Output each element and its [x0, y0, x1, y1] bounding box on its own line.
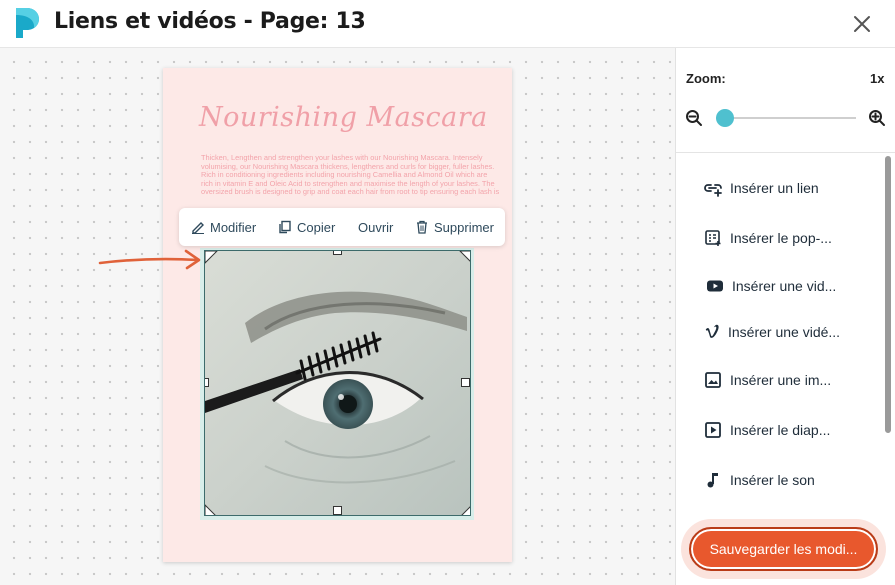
trash-icon	[417, 220, 427, 234]
dialog-title: Liens et vidéos - Page: 13	[54, 9, 366, 34]
save-button[interactable]: Sauvegarder les modi...	[689, 527, 878, 571]
sidebar-divider	[676, 152, 895, 153]
sidebar-panel: Zoom: 1x Insérer un lien Insérer le pop-…	[675, 48, 895, 585]
page-heading: Nourishing Mascara	[199, 102, 488, 133]
popup-icon	[705, 230, 721, 246]
open-button-label: Ouvrir	[358, 219, 394, 235]
zoom-slider-track[interactable]	[716, 117, 856, 119]
slideshow-icon	[705, 422, 721, 438]
vimeo-icon	[705, 324, 719, 338]
header-bar: Liens et vidéos - Page: 13	[0, 0, 895, 48]
menu-item-insert-slideshow[interactable]: Insérer le diap...	[704, 418, 874, 442]
zoom-out-icon[interactable]	[685, 109, 703, 127]
music-note-icon	[707, 473, 718, 488]
menu-item-label: Insérer le son	[730, 472, 815, 488]
sidebar-scrollbar[interactable]	[885, 156, 891, 433]
copy-button[interactable]: Copier	[278, 218, 335, 236]
pointer-arrow-icon	[98, 249, 201, 270]
selected-image[interactable]	[204, 250, 471, 516]
editor-canvas: Nourishing Mascara Thicken, Lengthen and…	[0, 48, 675, 585]
menu-item-label: Insérer un lien	[730, 180, 819, 196]
menu-item-insert-image[interactable]: Insérer une im...	[704, 368, 874, 392]
image-icon	[705, 372, 721, 388]
app-logo-icon	[16, 8, 39, 38]
menu-item-label: Insérer le pop-...	[730, 230, 832, 246]
open-button[interactable]: Ouvrir	[358, 218, 393, 236]
edit-button[interactable]: Modifier	[191, 218, 256, 236]
menu-item-insert-vimeo[interactable]: Insérer une vidé...	[704, 320, 874, 344]
zoom-value: 1x	[870, 71, 885, 86]
delete-button[interactable]: Supprimer	[415, 218, 494, 236]
link-add-icon	[704, 184, 722, 197]
edit-button-label: Modifier	[210, 219, 257, 235]
copy-icon	[279, 220, 291, 234]
close-icon[interactable]	[850, 12, 874, 36]
delete-button-label: Supprimer	[434, 219, 494, 235]
copy-button-label: Copier	[297, 219, 336, 235]
menu-item-insert-popup[interactable]: Insérer le pop-...	[704, 226, 874, 250]
menu-item-label: Insérer une im...	[730, 372, 832, 388]
corner-handles[interactable]	[205, 251, 471, 516]
zoom-label: Zoom:	[686, 71, 726, 86]
pencil-icon	[192, 222, 204, 234]
menu-item-insert-sound[interactable]: Insérer le son	[704, 468, 874, 492]
menu-item-label: Insérer une vid...	[732, 278, 837, 294]
menu-item-insert-youtube[interactable]: Insérer une vid...	[706, 274, 876, 298]
youtube-icon	[707, 280, 723, 292]
menu-item-label: Insérer une vidé...	[728, 324, 841, 340]
image-toolbar: Modifier Copier Ouvrir Supprimer	[179, 208, 505, 246]
menu-item-label: Insérer le diap...	[730, 422, 831, 438]
menu-item-insert-link[interactable]: Insérer un lien	[704, 176, 874, 200]
zoom-in-icon[interactable]	[868, 109, 886, 127]
zoom-slider-thumb[interactable]	[716, 109, 734, 127]
